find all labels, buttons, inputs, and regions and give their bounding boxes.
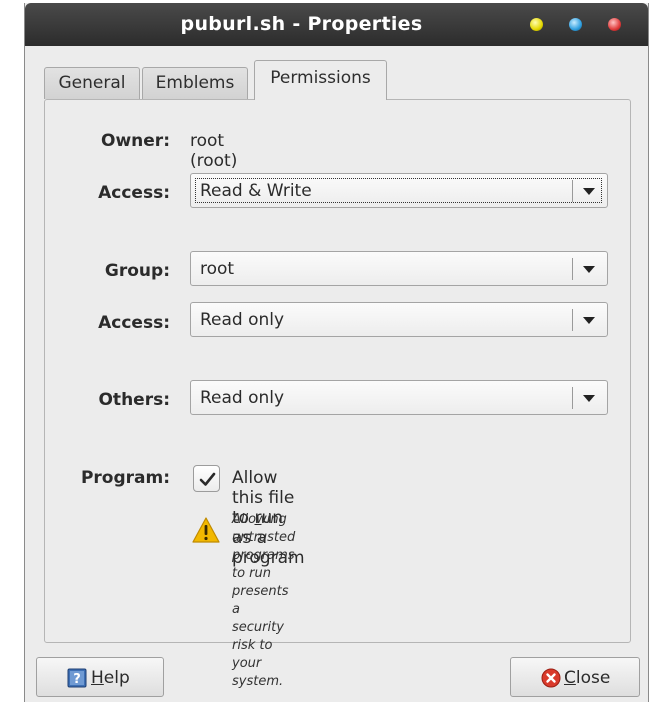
combo-separator: [572, 309, 573, 331]
close-circle-icon: [541, 668, 561, 688]
owner-label: Owner:: [101, 131, 170, 151]
warning-line-2: presents a security risk to your system.: [232, 584, 289, 689]
group-label: Group:: [104, 261, 170, 281]
run-as-program-checkbox[interactable]: [193, 465, 220, 492]
title-bar[interactable]: puburl.sh - Properties: [25, 3, 648, 46]
help-label-rest: elp: [103, 668, 130, 688]
warning-line-1: Allowing untrusted programs to run: [232, 512, 296, 581]
group-access-value: Read only: [200, 310, 285, 330]
owner-access-value: Read & Write: [200, 181, 312, 201]
help-button-label: Help: [91, 668, 130, 688]
security-warning-text: Allowing untrusted programs to run prese…: [232, 511, 295, 691]
group-access-select[interactable]: Read only: [190, 302, 608, 337]
close-mnemonic: C: [564, 668, 576, 688]
tab-general[interactable]: General: [44, 67, 140, 99]
maximize-button[interactable]: [569, 18, 582, 31]
others-access-select[interactable]: Read only: [190, 380, 608, 415]
group-select[interactable]: root: [190, 251, 608, 286]
help-book-icon: ?: [67, 668, 87, 688]
tab-general-label: General: [58, 73, 126, 93]
svg-text:?: ?: [73, 672, 81, 687]
tab-permissions[interactable]: Permissions: [254, 60, 387, 100]
chevron-down-icon: [583, 188, 595, 195]
combo-separator: [572, 387, 573, 409]
others-label: Others:: [98, 390, 170, 410]
help-button[interactable]: ? Help: [36, 657, 164, 697]
tab-emblems-label: Emblems: [155, 73, 235, 93]
others-access-value: Read only: [200, 388, 285, 408]
owner-value: root (root): [190, 131, 238, 171]
close-window-button[interactable]: [608, 18, 621, 31]
tab-emblems[interactable]: Emblems: [142, 67, 248, 99]
group-access-label: Access:: [98, 313, 170, 333]
owner-access-select[interactable]: Read & Write: [190, 173, 608, 208]
chevron-down-icon: [583, 266, 595, 273]
help-mnemonic: H: [91, 668, 104, 688]
owner-access-label: Access:: [98, 183, 170, 203]
group-value: root: [200, 259, 235, 279]
close-button-label: Close: [564, 668, 610, 688]
minimize-button[interactable]: [530, 18, 543, 31]
tab-permissions-label: Permissions: [270, 68, 371, 88]
close-label-rest: lose: [575, 668, 611, 688]
warning-triangle-icon: [192, 517, 220, 543]
chevron-down-icon: [583, 317, 595, 324]
window-title: puburl.sh - Properties: [180, 13, 423, 35]
close-button[interactable]: Close: [510, 657, 640, 697]
program-label: Program:: [80, 468, 170, 488]
combo-separator: [572, 180, 573, 202]
properties-window: puburl.sh - Properties General Emblems P…: [24, 3, 649, 702]
combo-separator: [572, 258, 573, 280]
chevron-down-icon: [583, 395, 595, 402]
checkmark-icon: [199, 472, 216, 486]
